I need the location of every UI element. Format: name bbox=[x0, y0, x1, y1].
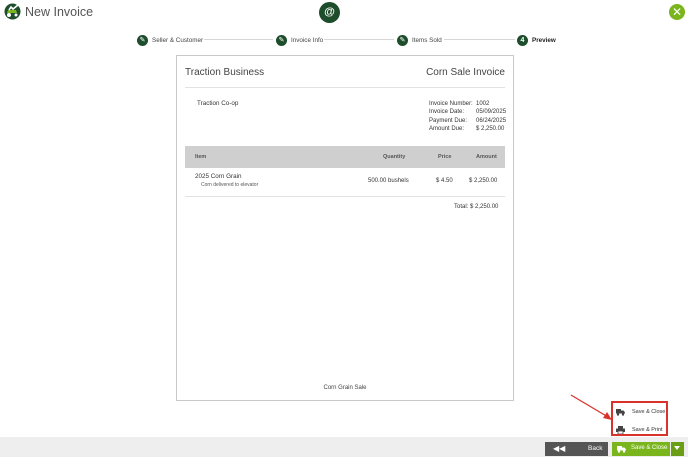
step-label: Seller & Customer bbox=[152, 36, 204, 44]
invoice-title: Corn Sale Invoice bbox=[426, 67, 505, 78]
step-seller-customer[interactable]: ✎ Seller & Customer bbox=[137, 33, 203, 47]
menu-item-label: Save & Close bbox=[632, 409, 666, 415]
at-sign-icon[interactable]: @ bbox=[319, 2, 340, 23]
company-name: Traction Business bbox=[185, 67, 265, 78]
invoice-meta: Invoice Number: 1002 Invoice Date: 05/09… bbox=[429, 100, 506, 133]
meta-label: Amount Due: bbox=[429, 125, 465, 132]
save-options-toggle[interactable] bbox=[671, 442, 684, 456]
invoice-footer-note: Corn Grain Sale bbox=[323, 385, 367, 391]
item-quantity: 500.00 bushels bbox=[368, 178, 409, 184]
back-button[interactable]: ◀◀ Back bbox=[545, 442, 608, 456]
divider bbox=[185, 196, 505, 197]
column-header-item: Item bbox=[195, 154, 207, 160]
step-invoice-info[interactable]: ✎ Invoice Info bbox=[276, 33, 323, 47]
meta-value: 1002 bbox=[476, 101, 490, 107]
save-options-menu: Save & Close Save & Print bbox=[611, 401, 668, 436]
close-button[interactable]: ✕ bbox=[669, 4, 685, 20]
meta-label: Invoice Number: bbox=[429, 101, 473, 107]
step-connector bbox=[324, 39, 394, 40]
step-connector bbox=[444, 39, 515, 40]
item-price: $ 4.50 bbox=[436, 178, 453, 184]
item-description: Corn delivered to elevator bbox=[201, 182, 259, 188]
pencil-icon: ✎ bbox=[276, 34, 287, 46]
meta-row: Payment Due: 06/24/2025 bbox=[429, 117, 506, 125]
pencil-icon: ✎ bbox=[137, 34, 148, 46]
invoice-total: Total: $ 2,250.00 bbox=[454, 204, 499, 210]
save-close-button[interactable]: Save & Close bbox=[612, 442, 670, 456]
step-label: Items Sold bbox=[412, 36, 442, 44]
menu-item-label: Save & Print bbox=[632, 427, 663, 433]
meta-value: $ 2,250.00 bbox=[476, 125, 505, 132]
printer-icon bbox=[616, 426, 625, 434]
meta-value: 05/09/2025 bbox=[476, 109, 507, 116]
meta-row: Amount Due: $ 2,250.00 bbox=[429, 125, 506, 133]
step-label: Preview bbox=[532, 36, 556, 44]
page-title: New Invoice bbox=[25, 5, 94, 19]
pencil-icon: ✎ bbox=[397, 34, 408, 46]
item-amount: $ 2,250.00 bbox=[469, 178, 498, 184]
wizard-stepper: ✎ Seller & Customer ✎ Invoice Info ✎ Ite… bbox=[0, 33, 688, 47]
rewind-icon: ◀◀ bbox=[553, 444, 566, 453]
items-table-header: Item Quantity Price Amount bbox=[185, 146, 505, 168]
meta-label: Payment Due: bbox=[429, 117, 468, 124]
save-close-label: Save & Close bbox=[631, 445, 668, 451]
menu-item-save-close[interactable]: Save & Close bbox=[616, 405, 666, 419]
back-button-label: Back bbox=[588, 445, 603, 452]
meta-row: Invoice Date: 05/09/2025 bbox=[429, 108, 506, 116]
meta-label: Invoice Date: bbox=[429, 109, 465, 116]
step-connector bbox=[204, 39, 273, 40]
menu-item-save-print[interactable]: Save & Print bbox=[616, 423, 666, 437]
column-header-quantity: Quantity bbox=[383, 154, 406, 160]
step-items-sold[interactable]: ✎ Items Sold bbox=[397, 33, 442, 47]
truck-icon bbox=[617, 446, 626, 453]
step-preview[interactable]: 4 Preview bbox=[517, 33, 556, 47]
divider bbox=[185, 87, 505, 88]
header-bar: New Invoice @ ✕ bbox=[0, 0, 688, 26]
meta-value: 06/24/2025 bbox=[476, 117, 507, 124]
customer-name: Traction Co-op bbox=[197, 100, 239, 107]
caret-down-icon bbox=[674, 446, 680, 450]
meta-row: Invoice Number: 1002 bbox=[429, 100, 506, 108]
item-name: 2025 Corn Grain bbox=[195, 173, 242, 180]
step-label: Invoice Info bbox=[291, 36, 324, 44]
truck-icon bbox=[616, 409, 625, 416]
column-header-price: Price bbox=[438, 154, 452, 160]
column-header-amount: Amount bbox=[476, 154, 497, 160]
invoice-preview: Traction Business Corn Sale Invoice Trac… bbox=[176, 55, 514, 401]
app-logo-icon bbox=[4, 3, 21, 20]
step-number-badge: 4 bbox=[517, 34, 528, 46]
